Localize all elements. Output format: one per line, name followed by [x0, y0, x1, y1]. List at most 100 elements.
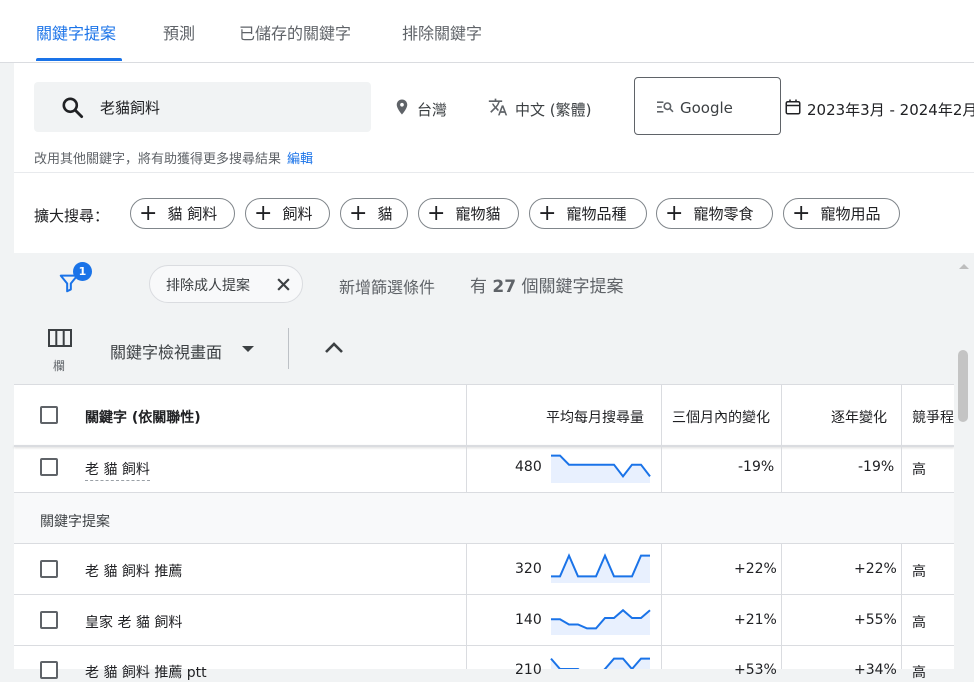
yoy-cell: +55%	[854, 612, 897, 628]
sparkline-area	[551, 455, 650, 483]
row-checkbox[interactable]	[40, 611, 58, 629]
tab-forecast[interactable]: 預測	[163, 20, 195, 44]
broaden-chip-pet-supplies[interactable]: + 寵物用品	[783, 198, 900, 229]
add-filter-button[interactable]: 新增篩選條件	[339, 274, 435, 298]
divider	[14, 172, 974, 173]
header-yoy-change[interactable]: 逐年變化	[831, 407, 887, 427]
select-all-checkbox[interactable]	[40, 406, 58, 424]
header-three-month-change[interactable]: 三個月內的變化	[672, 407, 772, 427]
header-competition[interactable]: 競爭程	[912, 407, 954, 427]
language-selector[interactable]: 中文 (繁體)	[515, 99, 591, 120]
provided-keyword: 老 貓 飼料	[85, 459, 150, 481]
yoy-cell: +34%	[854, 662, 897, 678]
three-month-cell: +21%	[734, 612, 777, 628]
scrollbar-thumb[interactable]	[958, 350, 968, 422]
columns-label: 欄	[53, 359, 66, 373]
hint-text: 改用其他關鍵字，將有助獲得更多搜尋結果	[34, 152, 282, 167]
broaden-search-label: 擴大搜尋：	[34, 207, 110, 225]
volume-cell: 320	[515, 561, 542, 577]
tab-bar	[0, 0, 974, 63]
scrollbar[interactable]	[954, 253, 974, 669]
provided-three-month: -19%	[738, 459, 775, 475]
col-divider	[661, 384, 662, 492]
keyword-cell: 皇家 老 貓 飼料	[85, 615, 183, 631]
result-summary: 有 27 個關鍵字提案	[470, 272, 623, 297]
plus-icon: +	[538, 200, 557, 226]
provided-yoy: -19%	[858, 459, 895, 475]
keyword-cell: 老 貓 飼料 推薦	[85, 564, 183, 580]
scroll-up-arrow-icon[interactable]	[958, 262, 970, 270]
volume-cell: 140	[515, 612, 542, 628]
row-divider	[14, 645, 954, 646]
row-checkbox[interactable]	[40, 560, 58, 578]
result-prefix: 有	[470, 277, 487, 297]
search-icon	[62, 97, 84, 119]
tab-negative-keywords[interactable]: 排除關鍵字	[402, 20, 482, 44]
toolbar-divider	[288, 328, 289, 369]
filter-count-badge: 1	[73, 262, 92, 281]
header-avg-monthly-searches[interactable]: 平均每月搜尋量	[546, 407, 644, 427]
broaden-chip-cat-food[interactable]: + 貓 飼料	[130, 198, 235, 229]
keyword-ideas-section-label: 關鍵字提案	[40, 514, 110, 530]
chip-label: 寵物零食	[693, 205, 754, 223]
chip-label: 飼料	[282, 205, 313, 223]
plus-icon: +	[665, 200, 684, 226]
chip-label: 貓	[377, 205, 393, 223]
chip-label: 貓 飼料	[167, 205, 218, 223]
header-bottom-border	[14, 445, 954, 447]
keyword-view-dropdown[interactable]: 關鍵字檢視畫面	[110, 339, 222, 363]
active-tab-indicator	[36, 58, 122, 61]
result-suffix: 個關鍵字提案	[521, 277, 624, 297]
plus-icon: +	[427, 200, 446, 226]
collapse-chevron-icon[interactable]	[324, 340, 344, 354]
broaden-chip-cat[interactable]: + 貓	[340, 198, 408, 229]
broaden-chip-feed[interactable]: + 飼料	[245, 198, 330, 229]
edit-link[interactable]: 編輯	[287, 152, 313, 167]
provided-trend-sparkline	[551, 454, 651, 483]
col-divider	[781, 384, 782, 492]
search-engine-label: Google	[680, 99, 733, 117]
result-count: 27	[492, 277, 517, 297]
col-divider	[661, 544, 662, 669]
yoy-cell: +22%	[854, 561, 897, 577]
col-divider	[901, 384, 902, 492]
translate-icon	[488, 98, 508, 116]
plus-icon: +	[139, 200, 158, 226]
trend-sparkline	[550, 657, 650, 669]
col-divider	[466, 544, 467, 669]
row-checkbox[interactable]	[40, 458, 58, 476]
close-icon[interactable]	[276, 277, 291, 292]
three-month-cell: +53%	[734, 662, 777, 678]
plus-icon: +	[792, 200, 811, 226]
volume-cell: 210	[515, 662, 542, 678]
broaden-chip-pet-snack[interactable]: + 寵物零食	[656, 198, 773, 229]
section-header-bg	[14, 493, 954, 543]
tab-saved-keywords[interactable]: 已儲存的關鍵字	[239, 20, 351, 44]
table-top-border	[14, 384, 954, 385]
location-selector[interactable]: 台灣	[417, 99, 447, 120]
tab-keyword-ideas[interactable]: 關鍵字提案	[36, 20, 116, 44]
broaden-chip-pet-cat[interactable]: + 寵物貓	[418, 198, 519, 229]
chip-label: 寵物貓	[455, 205, 501, 223]
trend-sparkline	[551, 553, 650, 583]
col-divider	[781, 544, 782, 669]
provided-competition: 高	[912, 462, 926, 478]
row-divider	[14, 594, 954, 595]
provided-volume: 480	[515, 459, 542, 475]
plus-icon: +	[349, 200, 368, 226]
columns-icon[interactable]	[48, 329, 72, 347]
competition-cell: 高	[912, 665, 926, 681]
exclude-adult-label: 排除成人提案	[166, 278, 250, 294]
broaden-chip-pet-breed[interactable]: + 寵物品種	[529, 198, 647, 229]
col-divider	[466, 384, 467, 492]
search-hint: 改用其他關鍵字，將有助獲得更多搜尋結果 編輯	[34, 148, 313, 167]
dropdown-arrow-icon	[242, 346, 254, 352]
calendar-icon	[785, 99, 801, 115]
date-range-selector[interactable]: 2023年3月 - 2024年2月	[807, 99, 974, 120]
search-input[interactable]: 老貓飼料	[100, 97, 160, 118]
header-keyword[interactable]: 關鍵字 (依關聯性)	[85, 407, 201, 427]
row-checkbox[interactable]	[40, 661, 58, 679]
location-pin-icon	[396, 99, 408, 115]
chip-label: 寵物品種	[566, 205, 627, 223]
trend-sparkline	[551, 608, 651, 635]
